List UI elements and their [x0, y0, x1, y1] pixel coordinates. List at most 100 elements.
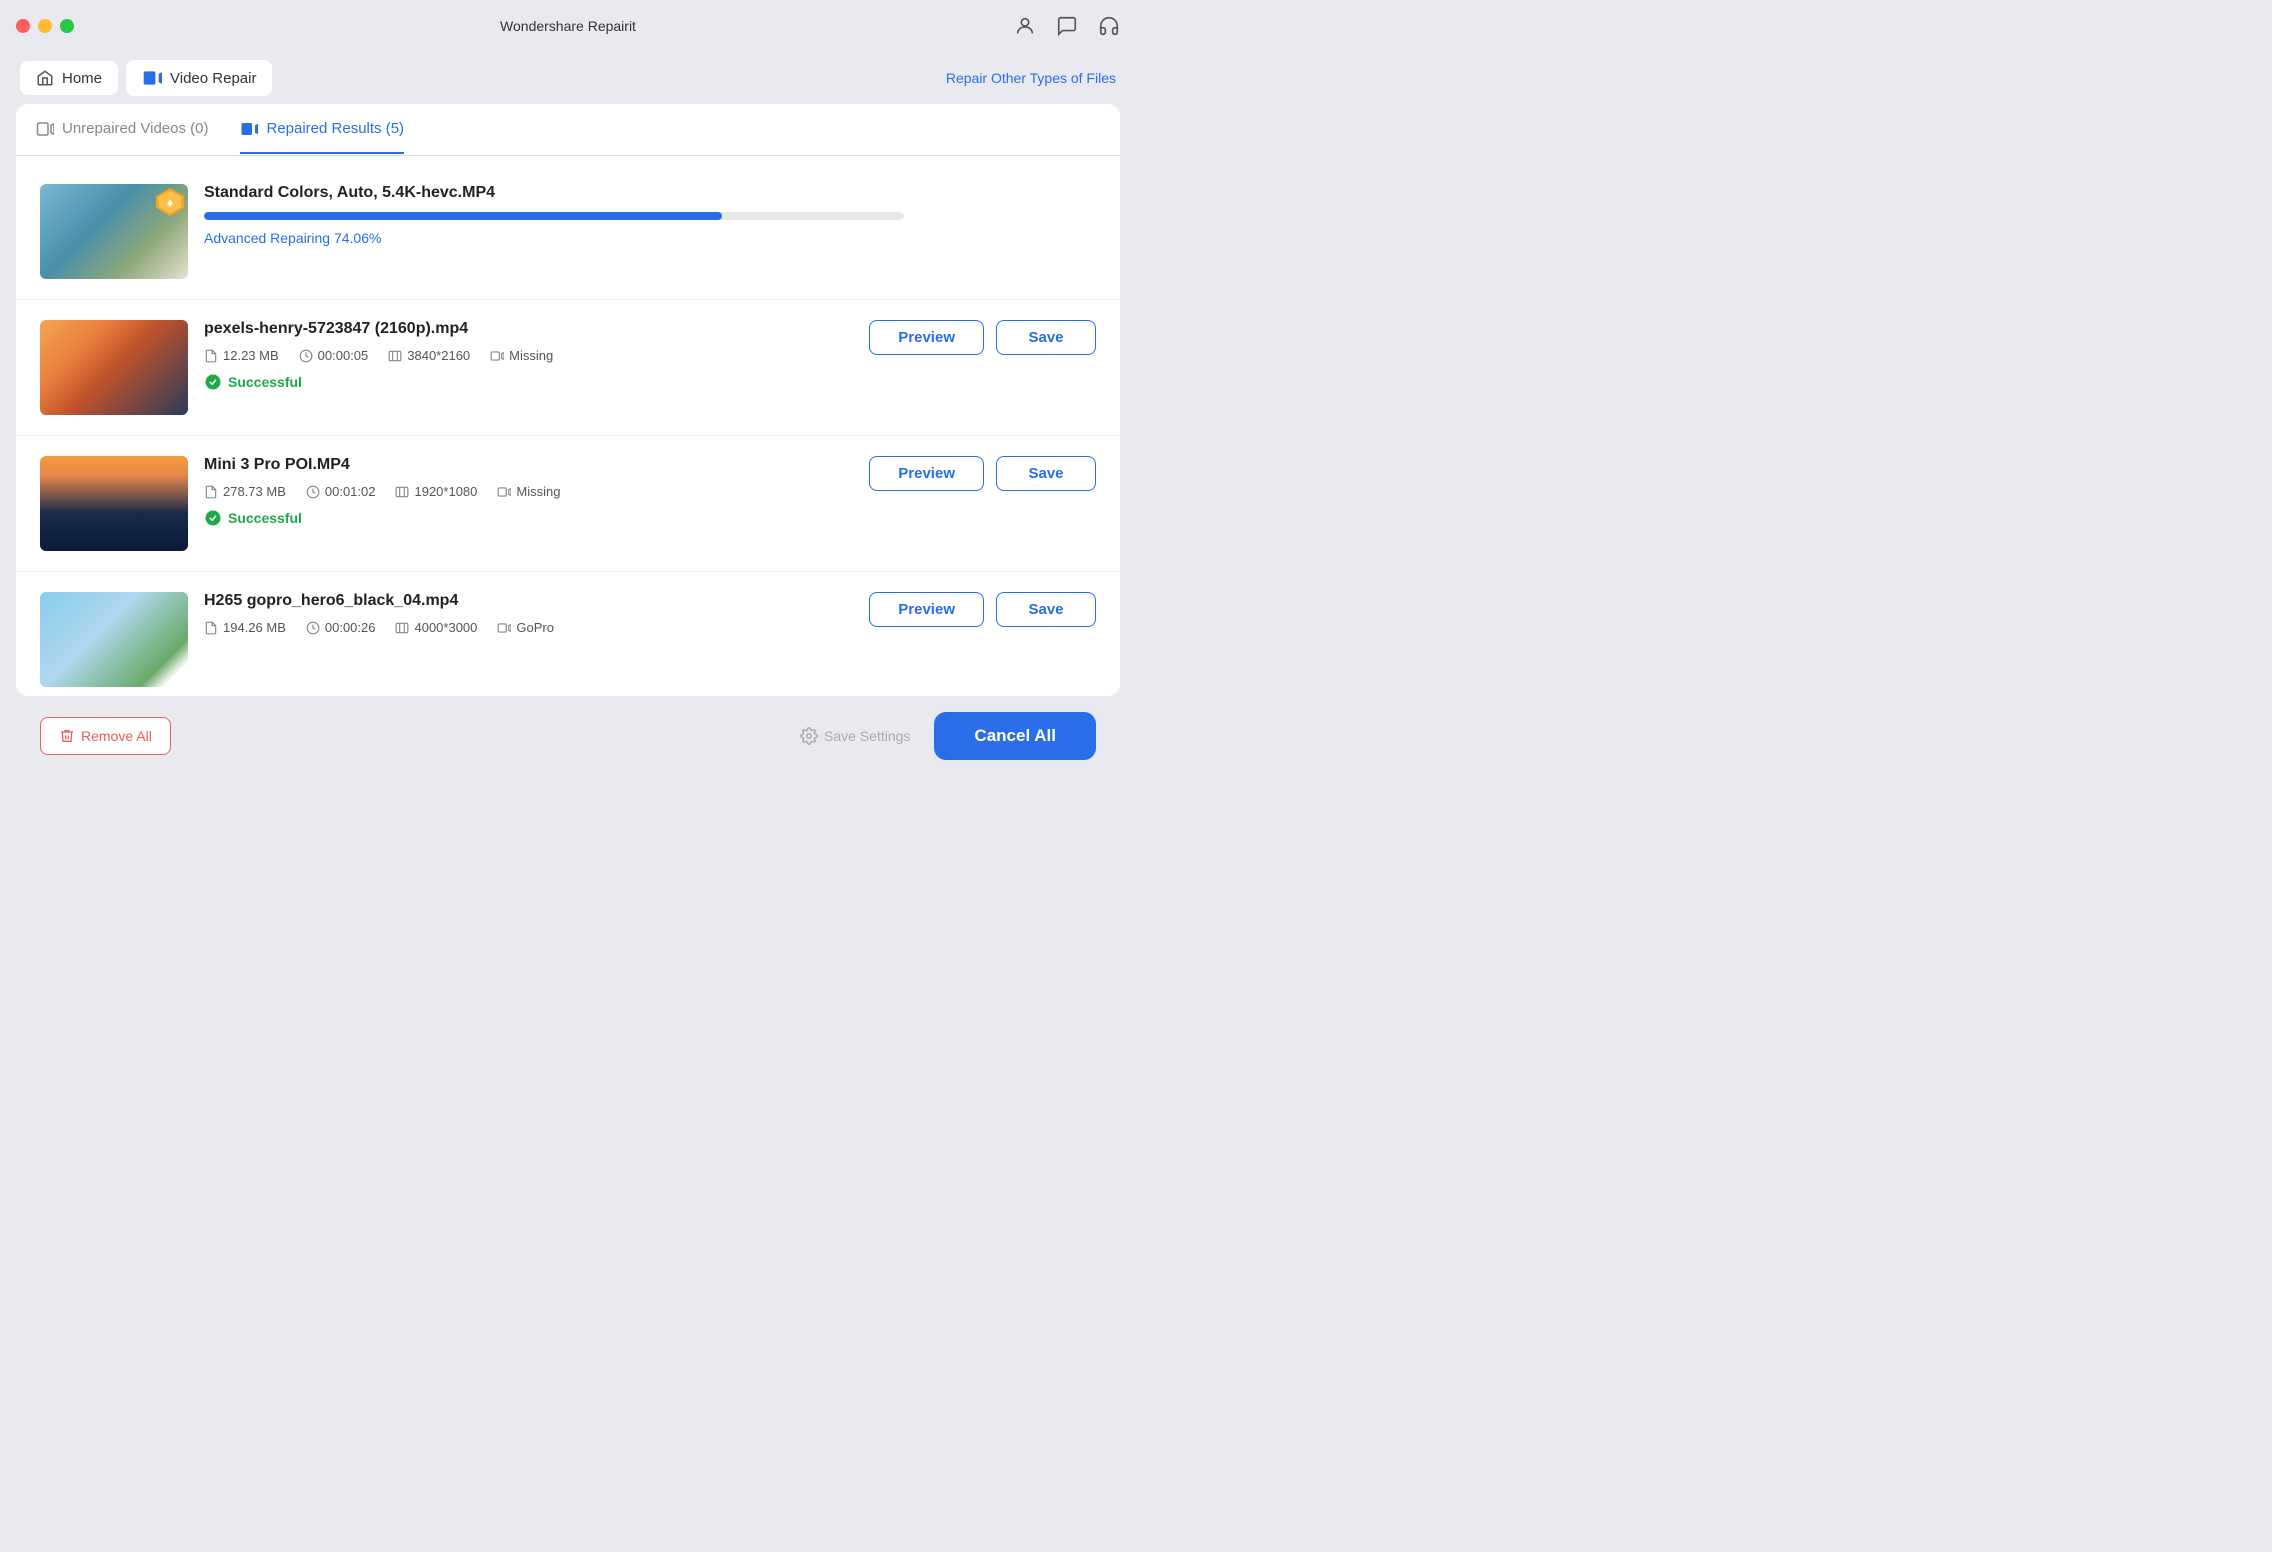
message-icon[interactable]	[1056, 15, 1078, 37]
unrepaired-tab-icon	[36, 120, 54, 138]
app-title: Wondershare Repairit	[500, 18, 636, 34]
video-icon-4	[497, 621, 511, 635]
video-thumbnail-1: ♦	[40, 184, 188, 279]
meta-duration-2: 00:00:05	[299, 348, 369, 363]
clock-icon-3	[306, 485, 320, 499]
video-icon-2	[490, 349, 504, 363]
user-icon[interactable]	[1014, 15, 1036, 37]
meta-resolution-4: 4000*3000	[395, 620, 477, 635]
trash-icon	[59, 728, 75, 744]
repaired-tab-icon	[240, 120, 258, 138]
save-settings-label: Save Settings	[824, 728, 910, 744]
file-icon-3	[204, 485, 218, 499]
status-success-3: Successful	[204, 509, 853, 527]
traffic-lights	[16, 19, 74, 33]
minimize-button[interactable]	[38, 19, 52, 33]
video-repair-nav-button[interactable]: Video Repair	[126, 60, 272, 96]
preview-button-2[interactable]: Preview	[869, 320, 984, 355]
video-info-3: Mini 3 Pro POI.MP4 278.73 MB 00:01:02 19…	[204, 456, 853, 527]
meta-source-2: Missing	[490, 348, 553, 363]
nav-bar: Home Video Repair Repair Other Types of …	[0, 52, 1136, 104]
video-actions-4: Preview Save	[869, 592, 1096, 627]
videos-list: ♦ Standard Colors, Auto, 5.4K-hevc.MP4 A…	[16, 156, 1120, 696]
video-actions-3: Preview Save	[869, 456, 1096, 491]
meta-resolution-2: 3840*2160	[388, 348, 470, 363]
remove-all-button[interactable]: Remove All	[40, 717, 171, 755]
svg-text:♦: ♦	[167, 196, 174, 210]
settings-icon	[800, 727, 818, 745]
resolution-icon-2	[388, 349, 402, 363]
action-row-2: Preview Save	[869, 320, 1096, 355]
meta-duration-3: 00:01:02	[306, 484, 376, 499]
title-bar: Wondershare Repairit	[0, 0, 1136, 52]
nav-left: Home Video Repair	[20, 60, 272, 96]
video-icon-3	[497, 485, 511, 499]
meta-size-3: 278.73 MB	[204, 484, 286, 499]
clock-icon-4	[306, 621, 320, 635]
video-actions-2: Preview Save	[869, 320, 1096, 355]
video-name-1: Standard Colors, Auto, 5.4K-hevc.MP4	[204, 184, 1096, 202]
meta-source-3: Missing	[497, 484, 560, 499]
bottom-bar: Remove All Save Settings Cancel All	[16, 696, 1120, 776]
video-repair-label: Video Repair	[170, 70, 256, 87]
video-repair-icon	[142, 68, 162, 88]
meta-duration-4: 00:00:26	[306, 620, 376, 635]
home-label: Home	[62, 70, 102, 87]
video-thumbnail-2	[40, 320, 188, 415]
save-button-4[interactable]: Save	[996, 592, 1096, 627]
video-info-2: pexels-henry-5723847 (2160p).mp4 12.23 M…	[204, 320, 853, 391]
video-thumbnail-4	[40, 592, 188, 687]
home-icon	[36, 69, 54, 87]
preview-button-4[interactable]: Preview	[869, 592, 984, 627]
video-meta-3: 278.73 MB 00:01:02 1920*1080 Missing	[204, 484, 853, 499]
main-content: Unrepaired Videos (0) Repaired Results (…	[16, 104, 1120, 696]
meta-size-4: 194.26 MB	[204, 620, 286, 635]
meta-resolution-3: 1920*1080	[395, 484, 477, 499]
headphone-icon[interactable]	[1098, 15, 1120, 37]
video-item-4: H265 gopro_hero6_black_04.mp4 194.26 MB …	[16, 572, 1120, 696]
status-success-2: Successful	[204, 373, 853, 391]
video-meta-2: 12.23 MB 00:00:05 3840*2160 Missing	[204, 348, 853, 363]
remove-all-label: Remove All	[81, 728, 152, 744]
file-icon-4	[204, 621, 218, 635]
video-thumbnail-3	[40, 456, 188, 551]
video-meta-4: 194.26 MB 00:00:26 4000*3000 GoPro	[204, 620, 853, 635]
video-name-4: H265 gopro_hero6_black_04.mp4	[204, 592, 853, 610]
close-button[interactable]	[16, 19, 30, 33]
video-item-1: ♦ Standard Colors, Auto, 5.4K-hevc.MP4 A…	[16, 164, 1120, 300]
tab-repaired-label: Repaired Results (5)	[266, 120, 404, 137]
resolution-icon-4	[395, 621, 409, 635]
progress-bar-fill-1	[204, 212, 722, 220]
save-button-3[interactable]: Save	[996, 456, 1096, 491]
meta-size-2: 12.23 MB	[204, 348, 279, 363]
tabs: Unrepaired Videos (0) Repaired Results (…	[16, 104, 1120, 156]
repair-badge-icon: ♦	[156, 188, 184, 216]
save-button-2[interactable]: Save	[996, 320, 1096, 355]
tab-unrepaired[interactable]: Unrepaired Videos (0)	[36, 106, 208, 154]
video-item-3: Mini 3 Pro POI.MP4 278.73 MB 00:01:02 19…	[16, 436, 1120, 572]
tab-repaired[interactable]: Repaired Results (5)	[240, 106, 404, 154]
check-circle-icon-2	[204, 373, 222, 391]
progress-bar-track-1	[204, 212, 904, 220]
save-settings-button[interactable]: Save Settings	[800, 727, 910, 745]
file-icon-2	[204, 349, 218, 363]
action-row-3: Preview Save	[869, 456, 1096, 491]
progress-section-1: Advanced Repairing 74.06%	[204, 212, 1096, 246]
video-item-2: pexels-henry-5723847 (2160p).mp4 12.23 M…	[16, 300, 1120, 436]
preview-button-3[interactable]: Preview	[869, 456, 984, 491]
cancel-all-button[interactable]: Cancel All	[934, 712, 1096, 760]
progress-label-1: Advanced Repairing 74.06%	[204, 230, 1096, 246]
header-icons	[1014, 15, 1120, 37]
action-row-4: Preview Save	[869, 592, 1096, 627]
meta-source-4: GoPro	[497, 620, 554, 635]
bottom-right: Save Settings Cancel All	[800, 712, 1096, 760]
maximize-button[interactable]	[60, 19, 74, 33]
video-info-1: Standard Colors, Auto, 5.4K-hevc.MP4 Adv…	[204, 184, 1096, 246]
repair-other-link[interactable]: Repair Other Types of Files	[946, 70, 1116, 86]
tab-unrepaired-label: Unrepaired Videos (0)	[62, 120, 208, 137]
video-name-3: Mini 3 Pro POI.MP4	[204, 456, 853, 474]
video-name-2: pexels-henry-5723847 (2160p).mp4	[204, 320, 853, 338]
resolution-icon-3	[395, 485, 409, 499]
home-nav-button[interactable]: Home	[20, 61, 118, 95]
video-info-4: H265 gopro_hero6_black_04.mp4 194.26 MB …	[204, 592, 853, 645]
